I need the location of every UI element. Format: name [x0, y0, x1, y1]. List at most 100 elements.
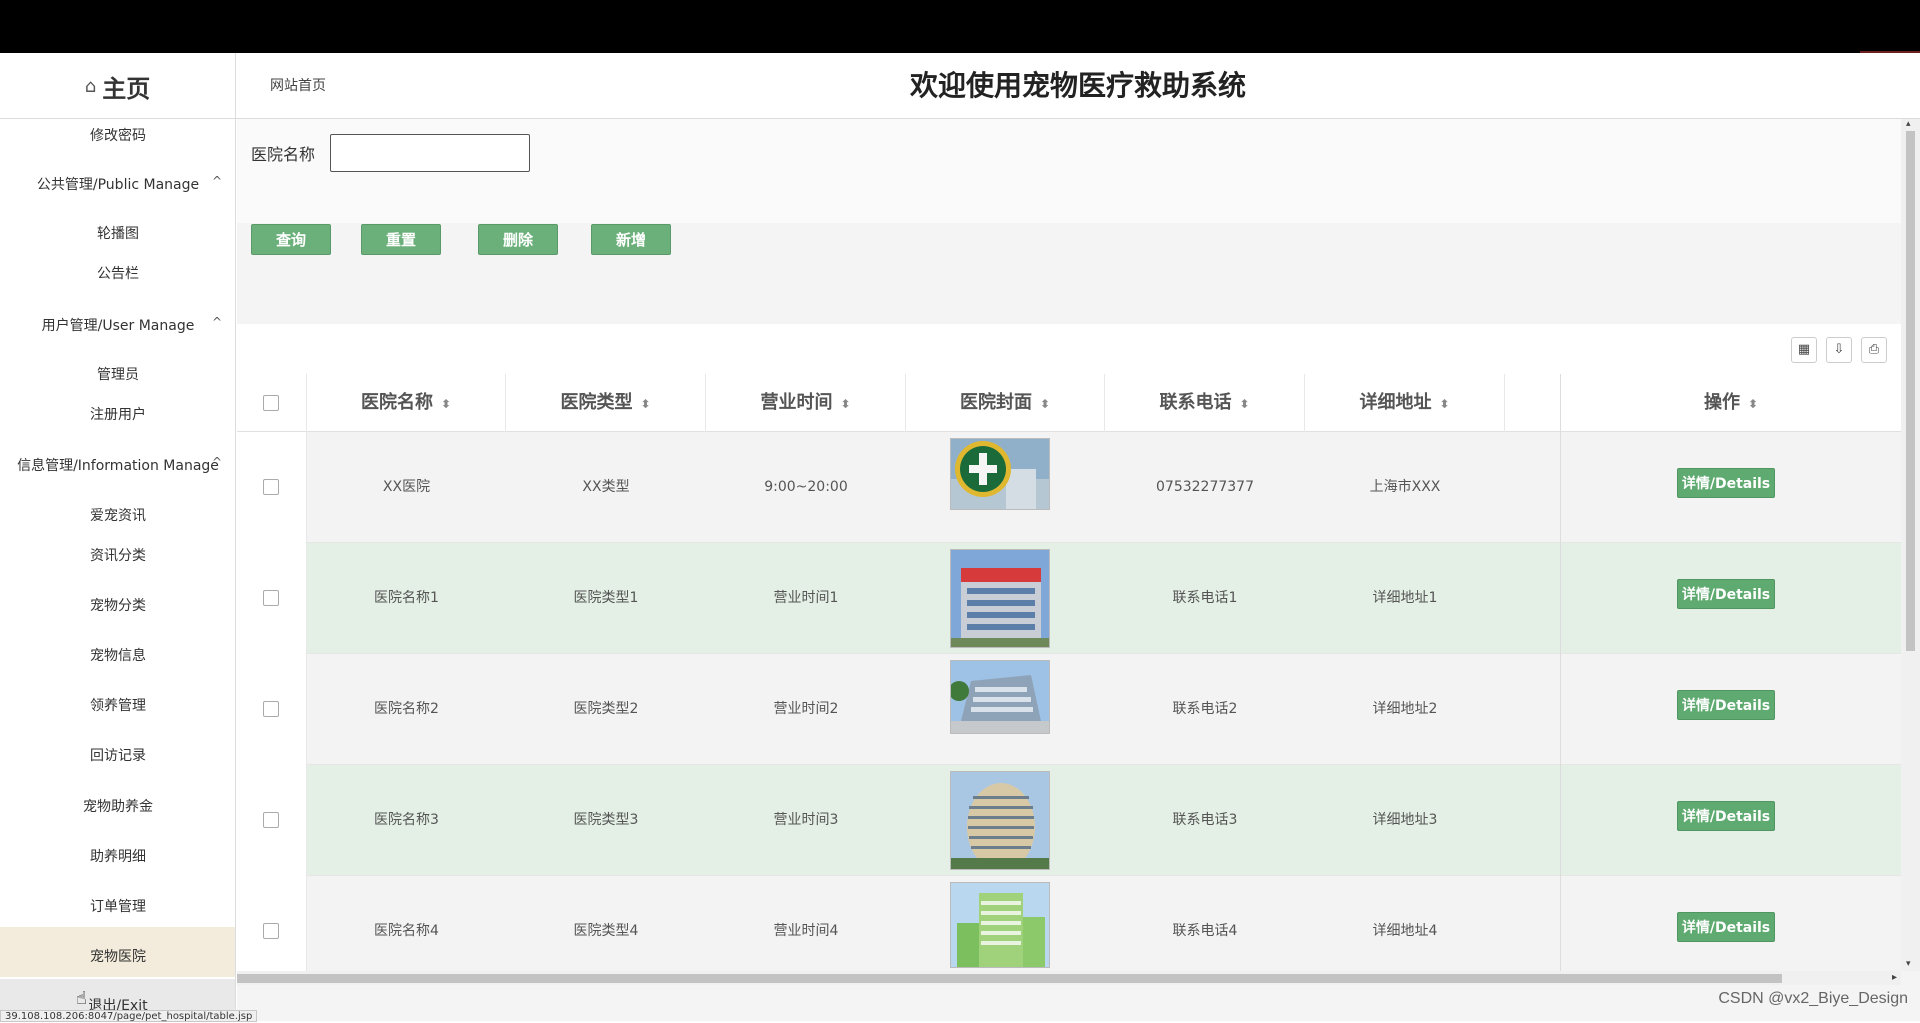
sort-icon: ⬍	[840, 397, 851, 411]
th-address[interactable]: 详细地址 ⬍	[1305, 374, 1505, 432]
reset-button[interactable]: 重置	[361, 224, 441, 255]
sidebar-group-label: 用户管理/User Manage	[41, 318, 195, 334]
select-all-checkbox[interactable]	[263, 395, 279, 411]
th-spacer	[1505, 374, 1561, 432]
cell-address: 详细地址1	[1372, 590, 1438, 606]
sidebar-item-pet-category[interactable]: 宠物分类	[0, 595, 235, 615]
cell-hospital-type: 医院类型4	[573, 923, 639, 939]
th-label: 医院名称	[360, 392, 433, 413]
sidebar-item-orders[interactable]: 订单管理	[0, 896, 235, 916]
details-button[interactable]: 详情/Details	[1677, 468, 1775, 498]
sidebar-group-label: 信息管理/Information Manage	[17, 458, 219, 474]
cell-hospital-name: 医院名称4	[374, 923, 439, 939]
sidebar-item-admin[interactable]: 管理员	[0, 364, 235, 384]
hospital-cover-image[interactable]	[950, 882, 1050, 968]
scroll-down-icon[interactable]: ▾	[1906, 959, 1911, 969]
sidebar-item-notice[interactable]: 公告栏	[0, 263, 235, 283]
sort-icon: ⬍	[1239, 397, 1250, 411]
row-select-cell	[237, 765, 307, 876]
table-toolbar	[237, 324, 1901, 374]
sidebar-group-public-manage[interactable]: 公共管理/Public Manage ^	[0, 174, 235, 194]
table-row: 医院名称3 医院类型3 营业时间3 联系电话3 详细地址3 详情/Details	[237, 765, 1901, 876]
th-cover[interactable]: 医院封面 ⬍	[906, 374, 1105, 432]
cell-hospital-type: 医院类型2	[573, 701, 639, 717]
column-divider	[1560, 374, 1561, 974]
sidebar-item-sponsorship[interactable]: 宠物助养金	[0, 796, 235, 816]
cell-business-hours: 营业时间3	[773, 812, 839, 828]
vertical-scrollbar[interactable]: ▴ ▾	[1901, 119, 1920, 971]
row-checkbox[interactable]	[263, 812, 279, 828]
row-checkbox[interactable]	[263, 590, 279, 606]
hospital-name-input[interactable]	[330, 134, 530, 172]
header: ⌂ 主页 网站首页 欢迎使用宠物医疗救助系统	[0, 53, 1920, 119]
scroll-right-icon[interactable]: ▸	[1892, 971, 1897, 985]
data-table: 医院名称 ⬍ 医院类型 ⬍ 营业时间 ⬍ 医院封面 ⬍ 联系电话 ⬍ 详细地址 ⬍ 操作 ⬍ …	[237, 374, 1901, 974]
th-actions[interactable]: 操作 ⬍	[1561, 374, 1901, 432]
scroll-up-icon[interactable]: ▴	[1906, 119, 1911, 129]
sort-icon: ⬍	[1039, 397, 1051, 411]
chevron-up-icon: ^	[211, 315, 222, 329]
cell-address: 上海市XXX	[1369, 479, 1441, 495]
details-button[interactable]: 详情/Details	[1677, 579, 1775, 609]
cell-phone: 联系电话3	[1172, 812, 1238, 828]
search-panel: 医院名称	[237, 119, 1901, 223]
cell-address: 详细地址2	[1372, 701, 1438, 717]
th-business-hours[interactable]: 营业时间 ⬍	[706, 374, 906, 432]
hospital-cover-image[interactable]	[950, 771, 1050, 870]
cell-address: 详细地址4	[1372, 923, 1438, 939]
cell-phone: 联系电话2	[1172, 701, 1238, 717]
row-checkbox[interactable]	[263, 923, 279, 939]
sidebar-item-pet-info[interactable]: 宠物信息	[0, 645, 235, 665]
chevron-up-icon: ^	[211, 174, 222, 188]
sidebar-item-pet-hospital[interactable]: 宠物医院	[0, 946, 235, 966]
th-hospital-name[interactable]: 医院名称 ⬍	[307, 374, 506, 432]
sidebar-item-carousel[interactable]: 轮播图	[0, 223, 235, 243]
sidebar-group-user-manage[interactable]: 用户管理/User Manage ^	[0, 315, 235, 335]
cell-business-hours: 营业时间2	[773, 701, 839, 717]
th-label: 联系电话	[1159, 392, 1232, 413]
query-button[interactable]: 查询	[251, 224, 331, 255]
details-button[interactable]: 详情/Details	[1677, 801, 1775, 831]
details-button[interactable]: 详情/Details	[1677, 912, 1775, 942]
th-label: 详细地址	[1359, 392, 1432, 413]
hospital-cover-image[interactable]	[950, 549, 1050, 648]
sidebar-item-followup[interactable]: 回访记录	[0, 745, 235, 765]
sidebar-item-pet-news[interactable]: 爱宠资讯	[0, 505, 235, 525]
scrollbar-thumb[interactable]	[1906, 131, 1915, 651]
cell-hospital-type: 医院类型3	[573, 812, 639, 828]
header-select-cell	[237, 374, 307, 432]
th-label: 操作	[1703, 392, 1740, 413]
th-phone[interactable]: 联系电话 ⬍	[1105, 374, 1305, 432]
row-select-cell	[237, 543, 307, 654]
delete-button[interactable]: 删除	[478, 224, 558, 255]
main-content: 医院名称 查询 重置 删除 新增 ▦ ⇩ ⎙ 医院名称 ⬍ 医院类型 ⬍ 营业时间 ⬍…	[237, 119, 1920, 1021]
row-checkbox[interactable]	[263, 479, 279, 495]
th-hospital-type[interactable]: 医院类型 ⬍	[506, 374, 706, 432]
sidebar-group-information-manage[interactable]: 信息管理/Information Manage ^	[0, 455, 235, 475]
sidebar: 修改密码 公共管理/Public Manage ^ 轮播图 公告栏 用户管理/U…	[0, 119, 236, 1021]
sidebar-item-adoption[interactable]: 领养管理	[0, 695, 235, 715]
sort-icon: ⬍	[440, 397, 452, 411]
table-row: 医院名称4 医院类型4 营业时间4 联系电话4 详细地址4 详情/Details	[237, 876, 1901, 974]
row-checkbox[interactable]	[263, 701, 279, 717]
sidebar-item-change-password[interactable]: 修改密码	[0, 125, 235, 145]
hospital-cover-image[interactable]	[950, 660, 1050, 734]
horizontal-scrollbar[interactable]: ▸	[237, 971, 1901, 985]
sort-icon: ⬍	[1439, 397, 1450, 411]
sidebar-item-sponsorship-detail[interactable]: 助养明细	[0, 846, 235, 866]
sidebar-item-news-category[interactable]: 资讯分类	[0, 545, 235, 565]
table-row: 医院名称2 医院类型2 营业时间2 联系电话2 详细地址2 详情/Details	[237, 654, 1901, 765]
columns-icon[interactable]: ▦	[1791, 337, 1817, 363]
sidebar-group-label: 公共管理/Public Manage	[36, 177, 200, 193]
sidebar-item-registered-users[interactable]: 注册用户	[0, 404, 235, 424]
export-icon[interactable]: ⇩	[1826, 337, 1852, 363]
scrollbar-thumb[interactable]	[237, 974, 1782, 983]
add-button[interactable]: 新增	[591, 224, 671, 255]
th-label: 营业时间	[760, 392, 833, 413]
cell-phone: 07532277377	[1156, 479, 1254, 495]
cell-business-hours: 营业时间1	[773, 590, 839, 606]
details-button[interactable]: 详情/Details	[1677, 690, 1775, 720]
hospital-cover-image[interactable]	[950, 438, 1050, 510]
home-button[interactable]: ⌂ 主页	[0, 53, 236, 119]
print-icon[interactable]: ⎙	[1861, 337, 1887, 363]
